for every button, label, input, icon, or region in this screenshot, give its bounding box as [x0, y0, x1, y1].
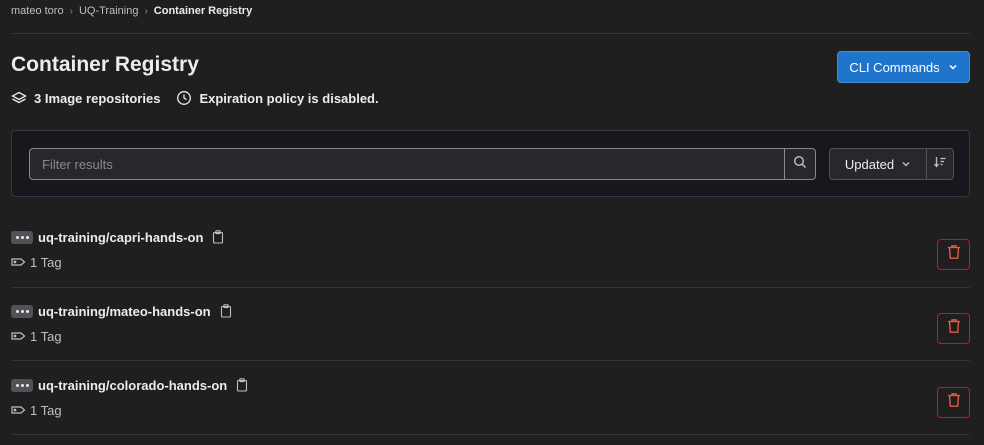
- list-item: uq-training/colorado-hands-on 1 Tag: [11, 362, 970, 436]
- copy-icon[interactable]: [236, 378, 248, 392]
- cli-commands-label: CLI Commands: [849, 59, 940, 75]
- header-divider: [11, 33, 970, 34]
- sort-dropdown[interactable]: Updated: [829, 148, 927, 180]
- expand-details-button[interactable]: [11, 378, 33, 392]
- breadcrumb-project[interactable]: UQ-Training: [79, 5, 139, 17]
- list-item: uq-training/capri-hands-on 1 Tag: [11, 214, 970, 288]
- repo-name-link[interactable]: uq-training/colorado-hands-on: [38, 378, 227, 393]
- tag-count: 1 Tag: [30, 254, 62, 270]
- layers-icon: [11, 90, 27, 106]
- tag-icon: [11, 405, 26, 415]
- search-icon: [793, 155, 807, 174]
- list-item: uq-training/mateo-hands-on 1 Tag: [11, 288, 970, 362]
- repo-name-link[interactable]: uq-training/mateo-hands-on: [38, 304, 211, 319]
- chevron-right-icon: ›: [69, 5, 73, 17]
- breadcrumb: mateo toro › UQ-Training › Container Reg…: [11, 4, 252, 18]
- expand-details-button[interactable]: [11, 304, 33, 318]
- chevron-right-icon: ›: [144, 5, 148, 17]
- trash-icon: [947, 244, 961, 265]
- tag-count: 1 Tag: [30, 402, 62, 418]
- tag-icon: [11, 331, 26, 341]
- delete-button[interactable]: [937, 313, 970, 344]
- tag-count: 1 Tag: [30, 328, 62, 344]
- sort-lowest-icon: [933, 155, 947, 174]
- expand-details-button[interactable]: [11, 230, 33, 244]
- delete-button[interactable]: [937, 239, 970, 270]
- row-divider: [11, 434, 970, 435]
- filter-panel: Updated: [11, 130, 970, 197]
- filter-input[interactable]: [29, 148, 784, 180]
- repo-count: 3 Image repositories: [34, 90, 161, 106]
- expiration-policy: Expiration policy is disabled.: [199, 90, 379, 106]
- sort-label: Updated: [844, 156, 895, 172]
- clock-icon: [176, 90, 192, 106]
- row-divider: [11, 360, 970, 361]
- sort-direction-button[interactable]: [926, 148, 954, 180]
- tag-icon: [11, 257, 26, 267]
- delete-button[interactable]: [937, 387, 970, 418]
- chevron-down-icon: [948, 60, 958, 75]
- breadcrumb-user[interactable]: mateo toro: [11, 5, 64, 17]
- page-title: Container Registry: [11, 53, 199, 76]
- registry-meta: 3 Image repositories Expiration policy i…: [11, 89, 379, 107]
- copy-icon[interactable]: [212, 230, 224, 244]
- copy-icon[interactable]: [220, 304, 232, 318]
- chevron-down-icon: [901, 157, 911, 172]
- trash-icon: [947, 318, 961, 339]
- breadcrumb-current[interactable]: Container Registry: [154, 5, 252, 17]
- repo-name-link[interactable]: uq-training/capri-hands-on: [38, 230, 203, 245]
- search-button[interactable]: [784, 148, 816, 180]
- trash-icon: [947, 392, 961, 413]
- cli-commands-button[interactable]: CLI Commands: [837, 51, 970, 83]
